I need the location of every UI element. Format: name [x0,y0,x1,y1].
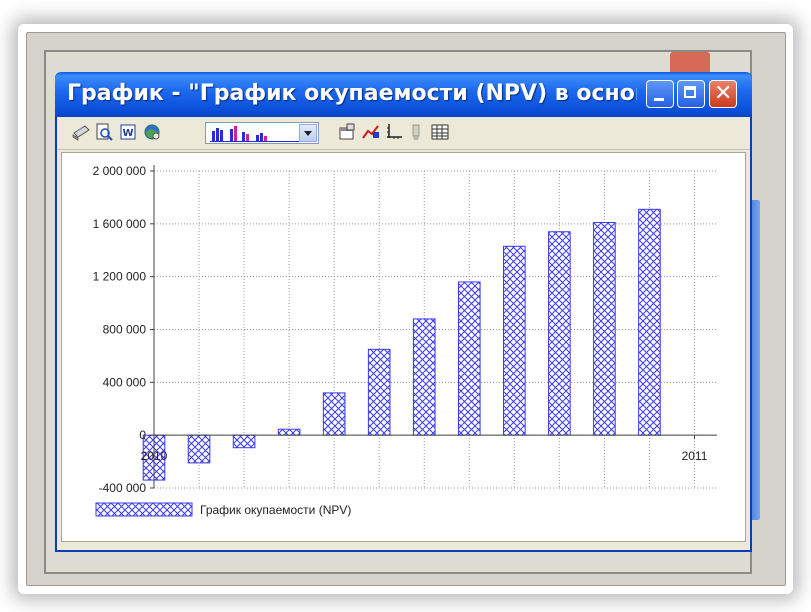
chart-type-preview-icon [210,126,299,142]
y-tick-label: 0 [139,428,146,442]
chevron-down-icon [304,131,312,136]
bar [232,434,256,449]
axes-icon[interactable] [384,122,404,142]
toolbar: W [57,117,750,150]
bar [638,208,661,436]
y-tick-label: 1 200 000 [93,270,147,284]
bar [367,348,391,436]
bar [187,434,211,464]
y-tick-label: 2 000 000 [93,164,147,178]
print-preview-icon[interactable] [94,122,114,142]
close-icon: ✕ [714,81,733,106]
properties-icon[interactable] [337,122,357,142]
web-export-icon[interactable] [142,122,162,142]
maximize-icon [684,86,696,98]
series-style-icon[interactable] [361,122,381,142]
y-tick-label: 800 000 [103,323,147,337]
y-tick-label: 400 000 [103,375,147,389]
minimize-icon [654,98,664,101]
maximize-button[interactable] [677,80,705,108]
svg-text:W: W [122,128,133,139]
eraser-icon[interactable] [407,122,427,142]
npv-chart: 2 000 000 1 600 000 1 200 000 800 000 400 00… [93,164,717,517]
bar [593,222,616,436]
bar [457,281,481,436]
data-table-icon[interactable] [430,122,450,142]
bar [322,392,346,436]
bar [277,428,301,436]
title-bar[interactable]: График - "График окупаемости (NPV) в осн… [55,72,752,117]
print-icon[interactable] [71,122,91,142]
y-tick-label: 1 600 000 [93,217,147,231]
x-tick-label: 2010 [141,449,168,463]
y-tick-label: -400 000 [99,481,147,495]
window-title: График - "График окупаемости (NPV) в осн… [67,81,637,106]
chart-area: 2 000 000 1 600 000 1 200 000 800 000 400 00… [61,152,746,542]
close-button[interactable]: ✕ [709,80,737,108]
bar [503,245,526,436]
legend-swatch [95,502,193,517]
x-tick-label: 2011 [682,449,708,463]
bar [412,318,436,436]
word-export-icon[interactable]: W [118,122,138,142]
chart-window: График - "График окупаемости (NPV) в осн… [55,72,752,552]
minimize-button[interactable] [646,80,674,108]
chart-type-combo[interactable] [205,122,319,144]
legend-label: График окупаемости (NPV) [200,503,351,517]
bar [548,231,571,436]
combo-dropdown-button[interactable] [299,124,317,142]
